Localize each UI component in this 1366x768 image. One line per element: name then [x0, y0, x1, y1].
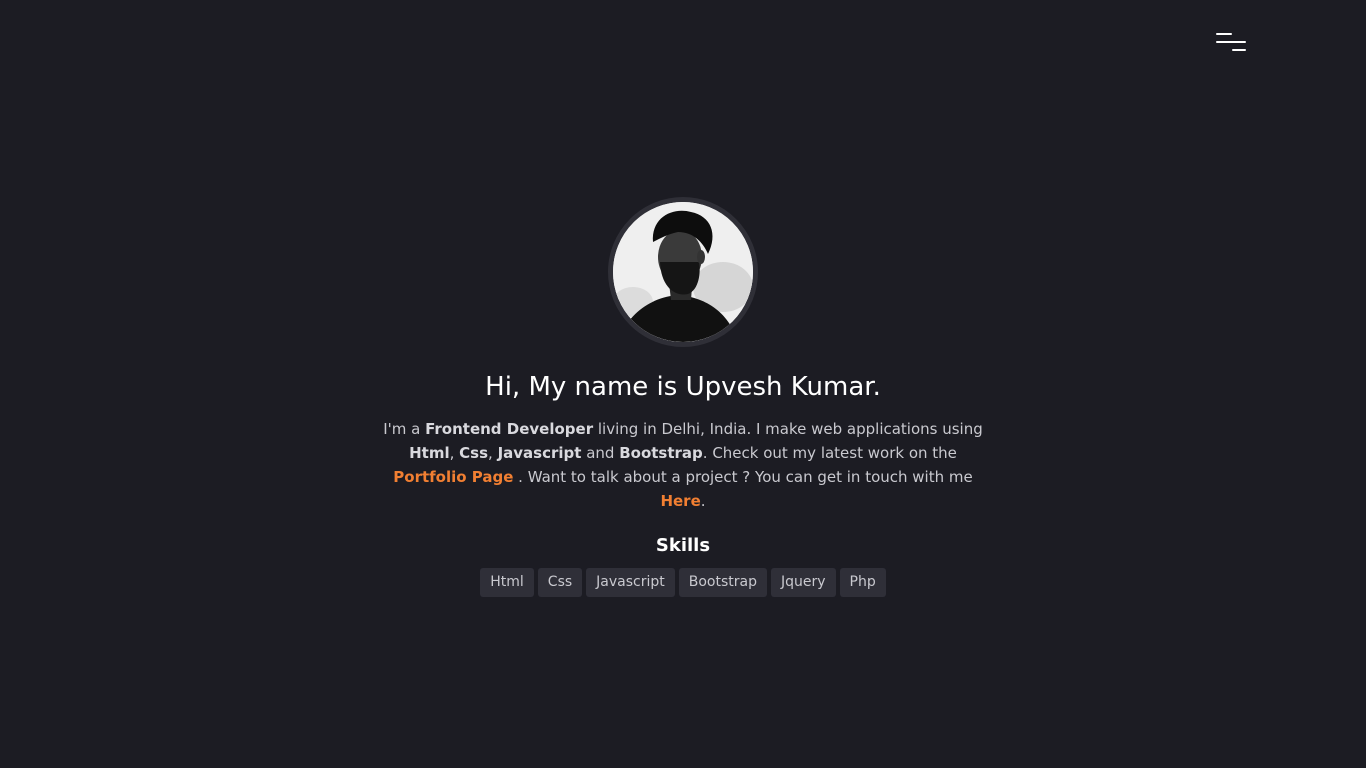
page-title: Hi, My name is Upvesh Kumar. [485, 372, 881, 402]
role-text: Frontend Developer [425, 419, 594, 438]
intro-text: and [581, 443, 620, 462]
skill-mention: Css [459, 443, 489, 462]
menu-line [1232, 49, 1246, 51]
skill-mention: Bootstrap [619, 443, 703, 462]
menu-toggle-button[interactable] [1214, 30, 1248, 54]
skill-mention: Html [409, 443, 450, 462]
intro-text: . Check out my latest work on the [702, 443, 957, 462]
skill-tag: Html [480, 567, 534, 597]
skills-heading: Skills [655, 534, 711, 556]
skill-tag: Css [537, 567, 583, 597]
profile-photo-icon [613, 202, 753, 342]
skills-list: Html Css Javascript Bootstrap Jquery Php [0, 567, 1366, 597]
skill-tag: Bootstrap [678, 567, 767, 597]
menu-line [1216, 33, 1232, 35]
intro-text: , [449, 443, 460, 462]
intro-text: . [700, 491, 706, 510]
skill-tag: Jquery [771, 567, 836, 597]
skill-mention: Javascript [497, 443, 582, 462]
menu-line [1216, 41, 1246, 43]
portfolio-page-link[interactable]: Portfolio Page [393, 468, 513, 486]
skill-tag: Php [839, 567, 886, 597]
intro-text: living in Delhi, India. I make web appli… [593, 419, 983, 438]
avatar [608, 197, 758, 347]
skill-tag: Javascript [586, 567, 675, 597]
hero-section: Hi, My name is Upvesh Kumar. I'm a Front… [0, 197, 1366, 597]
intro-text: I'm a [383, 419, 426, 438]
intro-text: . Want to talk about a project ? You can… [513, 467, 973, 486]
intro-paragraph: I'm a Frontend Developer living in Delhi… [373, 417, 993, 513]
intro-text: , [488, 443, 498, 462]
contact-here-link[interactable]: Here [660, 492, 700, 510]
